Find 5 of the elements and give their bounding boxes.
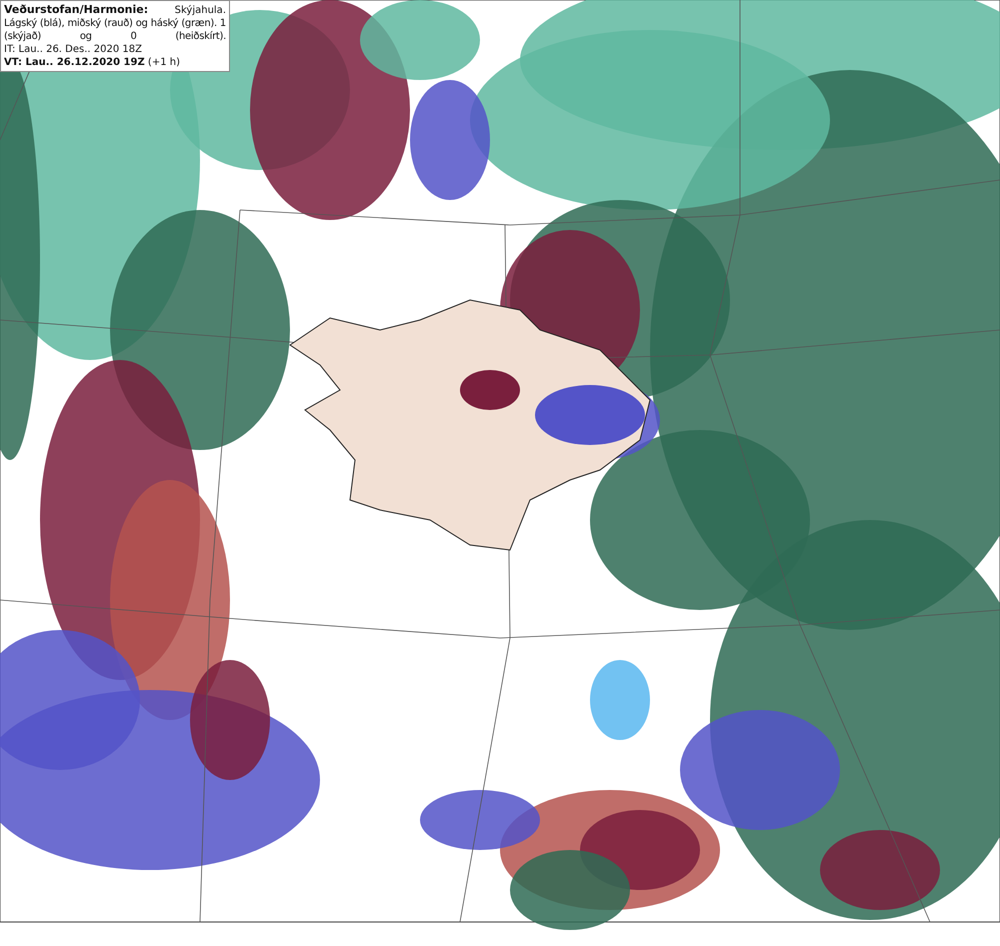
product-name: Skýjahula. [174, 4, 226, 17]
legend-description: Lágský (blá), miðský (rauð) og háský (græn). 1 (skýjað) og 0 (heiðskírt). [4, 17, 226, 43]
valid-time: VT: Lau.. 26.12.2020 19Z (+1 h) [4, 56, 181, 69]
analysis-time: IT: Lau.. 26. Des.. 2020 18Z [4, 43, 143, 56]
legend-title: Veðurstofan/Harmonie: [4, 3, 148, 16]
